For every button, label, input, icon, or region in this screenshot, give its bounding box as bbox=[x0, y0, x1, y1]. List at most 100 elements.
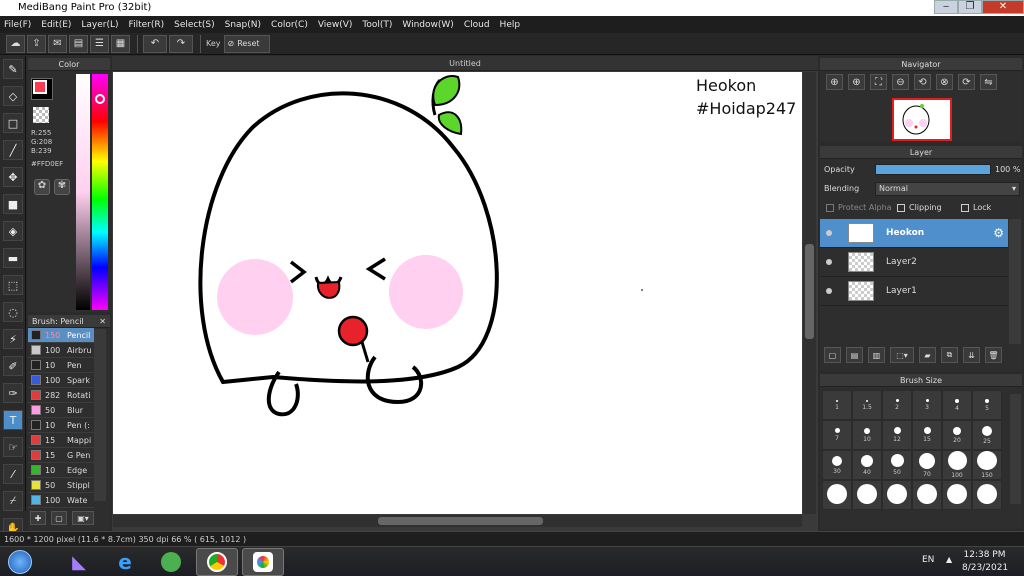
rotate-right-icon[interactable]: ⟳ bbox=[958, 74, 975, 90]
brush-tool-icon[interactable]: ✎ bbox=[3, 59, 23, 79]
brush-size-option[interactable]: 100 bbox=[942, 450, 972, 480]
brush-size-option[interactable]: 15 bbox=[912, 420, 942, 450]
trash-icon[interactable]: 🗑 bbox=[985, 347, 1002, 363]
menu-select[interactable]: Select(S) bbox=[174, 20, 215, 30]
brush-size-option[interactable]: 50 bbox=[882, 450, 912, 480]
eyedropper-tool-icon[interactable]: ⁄ bbox=[3, 464, 23, 484]
rectangle-tool-icon[interactable]: □ bbox=[3, 113, 23, 133]
menu-view[interactable]: View(V) bbox=[318, 20, 353, 30]
brush-item[interactable]: 10 Pen bbox=[28, 358, 94, 373]
gradient-tool-icon[interactable]: ▬ bbox=[3, 248, 23, 268]
clipping-checkbox[interactable]: Clipping bbox=[897, 203, 942, 212]
brush-item[interactable]: 50 Blur bbox=[28, 403, 94, 418]
palette-icon[interactable]: ✿ bbox=[34, 179, 50, 195]
list-icon[interactable]: ☰ bbox=[90, 34, 109, 53]
lock-checkbox[interactable]: Lock bbox=[961, 203, 991, 212]
select-eraser-tool-icon[interactable]: ✑ bbox=[3, 383, 23, 403]
undo-icon[interactable]: ↶ bbox=[143, 34, 167, 53]
document-icon[interactable]: ▤ bbox=[69, 34, 88, 53]
dropper-tool-icon[interactable]: ⌿ bbox=[3, 491, 23, 511]
text-tool-icon[interactable]: T bbox=[3, 410, 23, 430]
add-brush-icon[interactable]: ✚ bbox=[30, 511, 46, 525]
clock[interactable]: 12:38 PM 8/23/2021 bbox=[962, 549, 1008, 575]
menu-window[interactable]: Window(W) bbox=[402, 20, 453, 30]
brush-size-option[interactable]: 1.5 bbox=[852, 390, 882, 420]
layer-list-scrollbar[interactable] bbox=[1009, 219, 1021, 344]
brush-item[interactable]: 15 G Pen bbox=[28, 448, 94, 463]
duplicate-layer-icon[interactable]: ⧉ bbox=[941, 347, 958, 363]
brush-size-option[interactable] bbox=[912, 480, 942, 510]
select-tool-icon[interactable]: ⬚ bbox=[3, 275, 23, 295]
brush-item[interactable]: 100 Airbru bbox=[28, 343, 94, 358]
brush-size-option[interactable]: 10 bbox=[852, 420, 882, 450]
menu-layer[interactable]: Layer(L) bbox=[81, 20, 118, 30]
menu-color[interactable]: Color(C) bbox=[271, 20, 308, 30]
horizontal-scroll-thumb[interactable] bbox=[378, 517, 543, 525]
menu-help[interactable]: Help bbox=[500, 20, 521, 30]
operation-tool-icon[interactable]: ☞ bbox=[3, 437, 23, 457]
brush-size-option[interactable]: 12 bbox=[882, 420, 912, 450]
new-8bit-layer-icon[interactable]: ▥ bbox=[868, 347, 885, 363]
layer-row-heokon[interactable]: Heokon ⚙ bbox=[820, 219, 1008, 248]
brush-size-option[interactable]: 70 bbox=[912, 450, 942, 480]
magic-wand-tool-icon[interactable]: ⚡ bbox=[3, 329, 23, 349]
menu-edit[interactable]: Edit(E) bbox=[41, 20, 71, 30]
brush-size-option[interactable]: 20 bbox=[942, 420, 972, 450]
zoom-in-icon[interactable]: ⊕ bbox=[826, 74, 843, 90]
opacity-slider[interactable] bbox=[875, 164, 991, 175]
hue-bar[interactable] bbox=[92, 74, 108, 310]
gear-icon[interactable]: ⚙ bbox=[993, 226, 1004, 240]
brush-item[interactable]: 100 Spark bbox=[28, 373, 94, 388]
new-halftone-layer-icon[interactable]: ▤ bbox=[846, 347, 863, 363]
menu-tool[interactable]: Tool(T) bbox=[362, 20, 392, 30]
brush-size-option[interactable] bbox=[852, 480, 882, 510]
eraser-tool-icon[interactable]: ◇ bbox=[3, 86, 23, 106]
brush-size-option[interactable] bbox=[942, 480, 972, 510]
menu-file[interactable]: File(F) bbox=[4, 20, 31, 30]
bucket-tool-icon[interactable]: ◈ bbox=[3, 221, 23, 241]
brush-list-scrollbar[interactable] bbox=[94, 329, 106, 501]
navigator-preview[interactable] bbox=[892, 98, 952, 141]
select-pen-tool-icon[interactable]: ✐ bbox=[3, 356, 23, 376]
new-layer-icon[interactable]: ▢ bbox=[824, 347, 841, 363]
palette-settings-icon[interactable]: ✾ bbox=[54, 179, 70, 195]
chevron-up-icon[interactable]: ▲ bbox=[946, 555, 952, 564]
add-layer-menu-icon[interactable]: ⬚▾ bbox=[890, 347, 914, 363]
brush-size-option[interactable]: 150 bbox=[972, 450, 1002, 480]
new-brush-icon[interactable]: ▢ bbox=[51, 511, 67, 525]
brush-size-option[interactable] bbox=[972, 480, 1002, 510]
saturation-bar[interactable] bbox=[76, 74, 90, 310]
share-icon[interactable]: ⇪ bbox=[27, 34, 46, 53]
settings-list-icon[interactable]: ▦ bbox=[111, 34, 130, 53]
brush-size-option[interactable]: 4 bbox=[942, 390, 972, 420]
line-tool-icon[interactable]: ╱ bbox=[3, 140, 23, 160]
cloud-icon[interactable]: ☁ bbox=[6, 34, 25, 53]
maximize-button[interactable]: ❐ bbox=[958, 0, 982, 14]
minimize-button[interactable]: ‒ bbox=[934, 0, 958, 14]
brush-size-option[interactable]: 5 bbox=[972, 390, 1002, 420]
folder-icon[interactable]: ▰ bbox=[919, 347, 936, 363]
horizontal-scrollbar[interactable] bbox=[113, 515, 802, 527]
app-green-icon[interactable] bbox=[150, 548, 192, 576]
merge-layer-icon[interactable]: ⇊ bbox=[963, 347, 980, 363]
brush-size-option[interactable]: 2 bbox=[882, 390, 912, 420]
brush-item[interactable]: 15 Mappi bbox=[28, 433, 94, 448]
layer-row-layer1[interactable]: Layer1 bbox=[820, 277, 1008, 306]
brush-size-scrollbar[interactable] bbox=[1010, 394, 1021, 504]
hue-picker[interactable] bbox=[95, 94, 105, 104]
comment-icon[interactable]: ✉ bbox=[48, 34, 67, 53]
brush-size-option[interactable]: 30 bbox=[822, 450, 852, 480]
close-icon[interactable]: ✕ bbox=[99, 315, 106, 328]
redo-icon[interactable]: ↷ bbox=[169, 34, 193, 53]
brush-item[interactable]: 100 Wate bbox=[28, 493, 94, 508]
brush-size-option[interactable] bbox=[822, 480, 852, 510]
reset-button[interactable]: ⊘ Reset bbox=[223, 34, 270, 53]
visibility-icon[interactable] bbox=[826, 288, 832, 294]
brush-item[interactable]: 10 Edge bbox=[28, 463, 94, 478]
language-indicator[interactable]: EN bbox=[922, 555, 934, 565]
visibility-icon[interactable] bbox=[826, 259, 832, 265]
menu-cloud[interactable]: Cloud bbox=[464, 20, 490, 30]
chrome-icon[interactable] bbox=[196, 548, 238, 576]
medibang-icon[interactable] bbox=[242, 548, 284, 576]
brush-size-option[interactable]: 40 bbox=[852, 450, 882, 480]
